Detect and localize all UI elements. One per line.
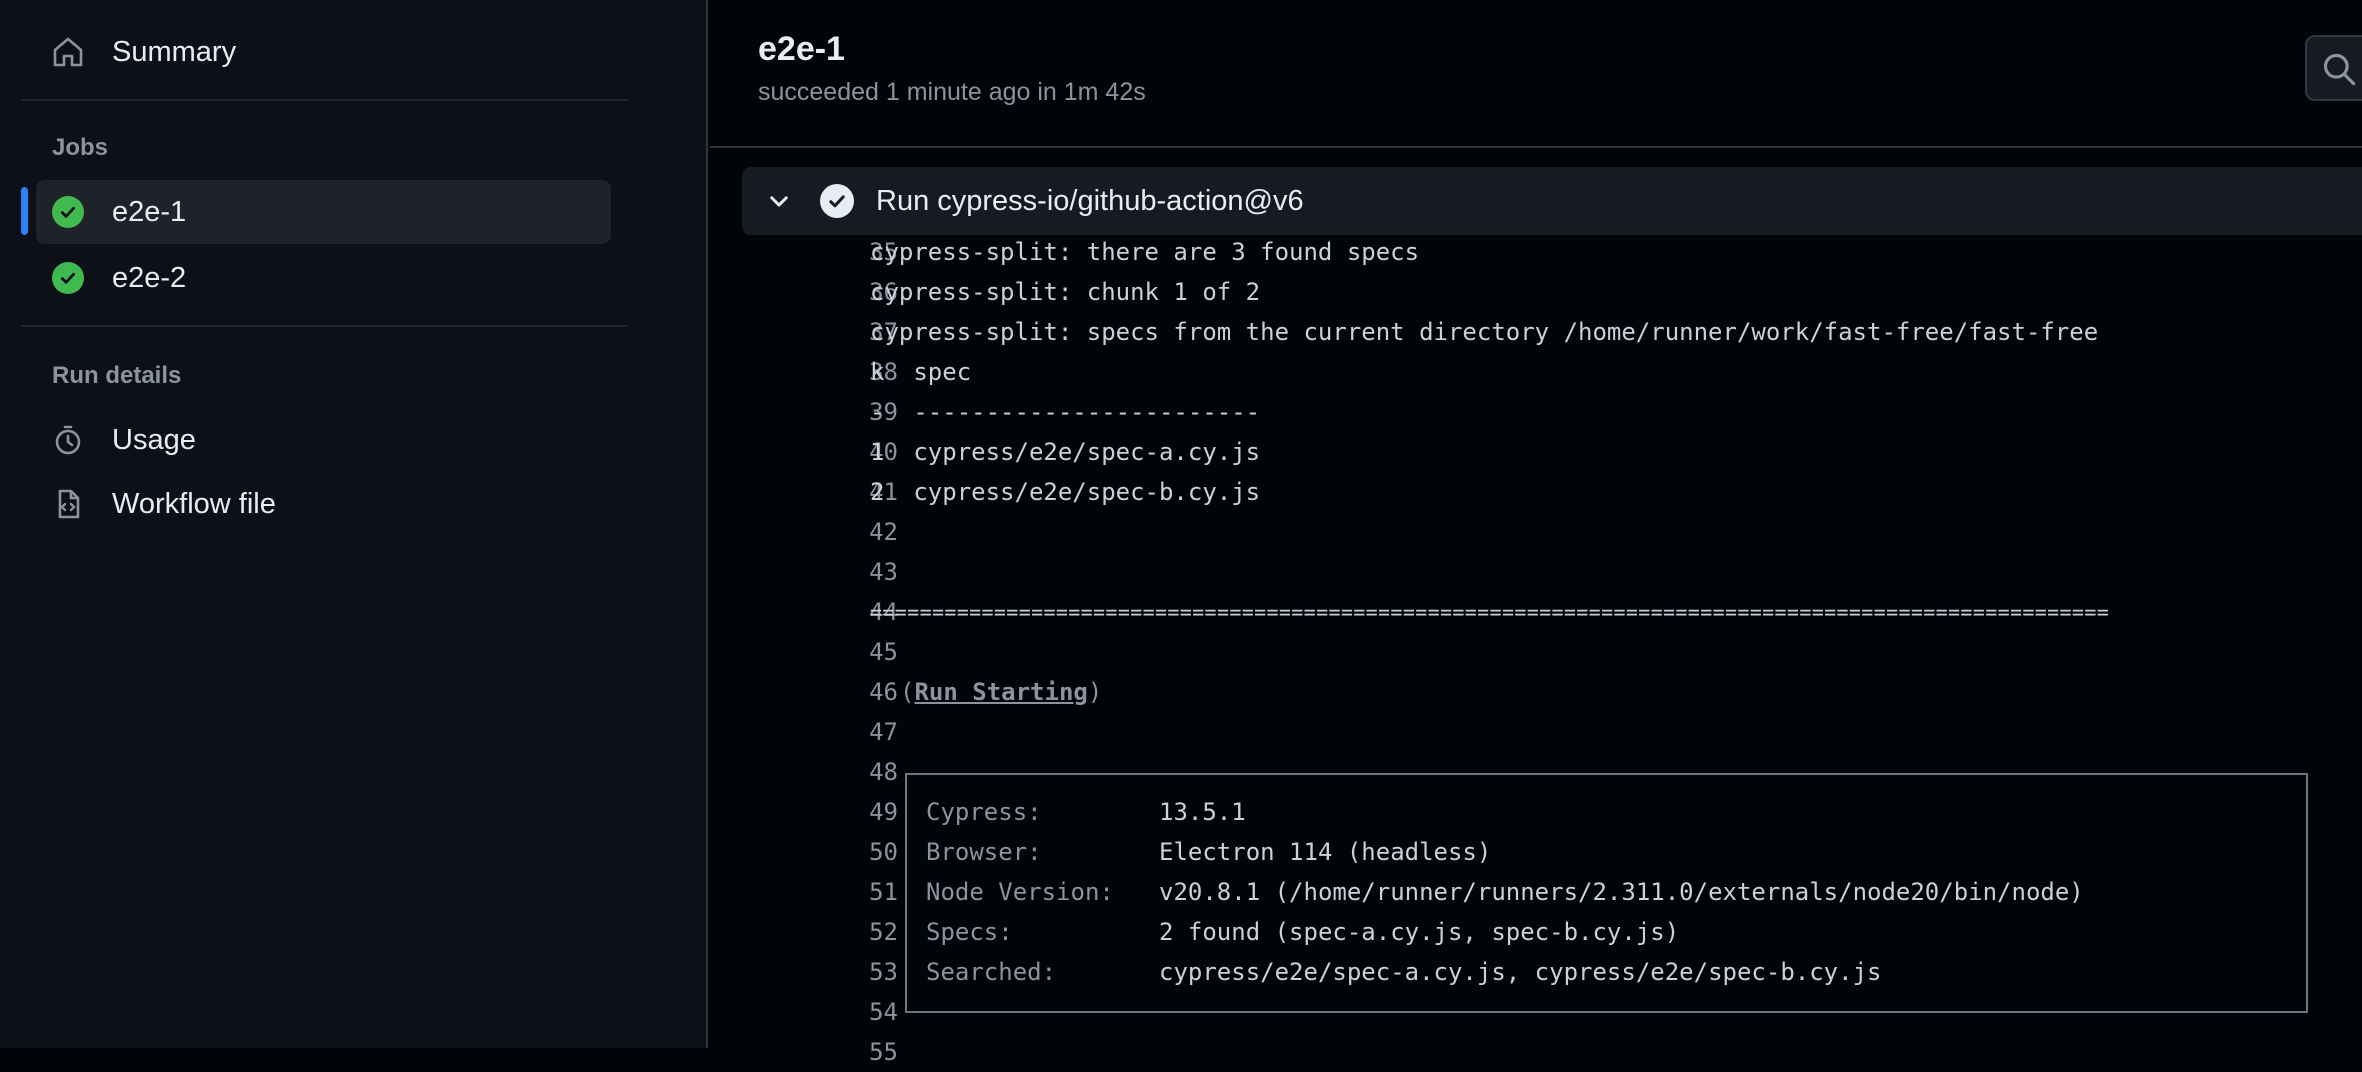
info-box-top	[905, 773, 2308, 775]
log-line[interactable]: 44 ======================================…	[710, 592, 2362, 632]
log-line[interactable]: 55	[710, 1032, 2362, 1072]
log-line[interactable]: 52 Specs: 2 found (spec-a.cy.js, spec-b.cy…	[710, 912, 2362, 952]
log-line[interactable]: 36 cypress-split: chunk 1 of 2	[710, 272, 2362, 312]
job-status-text: succeeded 1 minute ago in 1m 42s	[758, 78, 1146, 106]
line-number: 51	[869, 878, 898, 906]
line-text: ========================================…	[870, 600, 2110, 624]
line-number: 47	[869, 718, 898, 746]
info-key: Cypress:	[926, 798, 1042, 826]
line-number: 46	[869, 678, 898, 706]
line-number: 50	[869, 838, 898, 866]
line-text: cypress-split: there are 3 found specs	[870, 238, 1420, 266]
paren-open: (	[900, 678, 915, 706]
log-line[interactable]: 49 Cypress: 13.5.1	[710, 792, 2362, 832]
run-starting-label: Run Starting	[914, 678, 1088, 706]
page-title: e2e-1	[758, 30, 845, 68]
sidebar-job-e2e-1[interactable]: e2e-1	[36, 180, 611, 244]
sidebar-item-workflow-file[interactable]: Workflow file	[36, 472, 611, 536]
sidebar-item-label: Usage	[112, 423, 196, 456]
line-number: 55	[869, 1038, 898, 1066]
log-line[interactable]: 47	[710, 712, 2362, 752]
log-line[interactable]: 50 Browser: Electron 114 (headless)	[710, 832, 2362, 872]
log-line[interactable]: 38 k spec	[710, 352, 2362, 392]
search-logs-button[interactable]	[2305, 35, 2362, 101]
log-line[interactable]: 48	[710, 752, 2362, 792]
log-line[interactable]: 46 (Run Starting)	[710, 672, 2362, 712]
info-box-left	[905, 773, 907, 1013]
divider	[710, 146, 2362, 148]
sidebar-item-summary[interactable]: Summary	[36, 20, 611, 84]
divider	[21, 99, 628, 101]
log-line[interactable]: 51 Node Version: v20.8.1 (/home/runner/run…	[710, 872, 2362, 912]
file-code-icon	[50, 486, 86, 522]
info-value: cypress/e2e/spec-a.cy.js, cypress/e2e/sp…	[1159, 958, 1882, 986]
divider	[21, 325, 628, 327]
line-number: 48	[869, 758, 898, 786]
info-key: Browser:	[926, 838, 1042, 866]
line-text: k spec	[870, 358, 972, 386]
job-label: e2e-1	[112, 195, 187, 228]
line-text: - ------------------------	[870, 398, 1261, 426]
stopwatch-icon	[50, 422, 86, 458]
line-text: cypress-split: specs from the current di…	[870, 318, 2099, 346]
job-log-panel: e2e-1 succeeded 1 minute ago in 1m 42s R…	[710, 0, 2362, 1066]
search-icon	[2321, 51, 2357, 92]
line-number: 42	[869, 518, 898, 546]
info-value: 2 found (spec-a.cy.js, spec-b.cy.js)	[1159, 918, 1680, 946]
sidebar-item-label: Workflow file	[112, 487, 276, 520]
jobs-heading: Jobs	[52, 134, 109, 161]
line-number: 43	[869, 558, 898, 586]
info-value: 13.5.1	[1159, 798, 1246, 826]
line-text: 2 cypress/e2e/spec-b.cy.js	[870, 478, 1261, 506]
line-number: 45	[869, 638, 898, 666]
log-line[interactable]: 40 1 cypress/e2e/spec-a.cy.js	[710, 432, 2362, 472]
info-key: Searched:	[926, 958, 1057, 986]
check-circle-icon	[820, 184, 854, 218]
line-number: 49	[869, 798, 898, 826]
info-key: Specs:	[926, 918, 1013, 946]
paren-close: )	[1087, 678, 1103, 706]
line-number: 52	[869, 918, 898, 946]
run-details-heading: Run details	[52, 362, 182, 389]
step-header[interactable]: Run cypress-io/github-action@v6	[742, 167, 2362, 235]
info-value: v20.8.1 (/home/runner/runners/2.311.0/ex…	[1159, 878, 2084, 906]
sidebar: Summary Jobs e2e-1 e2e-2 Run details Usa…	[0, 0, 708, 1048]
chevron-down-icon[interactable]	[762, 184, 796, 218]
step-name: Run cypress-io/github-action@v6	[876, 184, 1304, 217]
check-circle-icon	[50, 260, 86, 296]
info-value: Electron 114 (headless)	[1159, 838, 1492, 866]
log-line[interactable]: 53 Searched: cypress/e2e/spec-a.cy.js, cyp…	[710, 952, 2362, 992]
log-line[interactable]: 35 cypress-split: there are 3 found specs	[710, 232, 2362, 272]
sidebar-item-usage[interactable]: Usage	[36, 408, 611, 472]
line-number: 54	[869, 998, 898, 1026]
line-text: cypress-split: chunk 1 of 2	[870, 278, 1261, 306]
info-box-right	[2306, 773, 2308, 1013]
log-line[interactable]: 37 cypress-split: specs from the current …	[710, 312, 2362, 352]
info-key: Node Version:	[926, 878, 1114, 906]
info-box-bottom	[905, 1011, 2308, 1013]
log-line[interactable]: 39- ------------------------	[710, 392, 2362, 432]
home-icon	[50, 34, 86, 70]
check-circle-icon	[50, 194, 86, 230]
line-number: 53	[869, 958, 898, 986]
log-line[interactable]: 45	[710, 632, 2362, 672]
job-label: e2e-2	[112, 261, 187, 294]
line-text: 1 cypress/e2e/spec-a.cy.js	[870, 438, 1261, 466]
log-line[interactable]: 43	[710, 552, 2362, 592]
run-starting-heading: (Run Starting)	[900, 672, 1102, 712]
log-line[interactable]: 41 2 cypress/e2e/spec-b.cy.js	[710, 472, 2362, 512]
log-line[interactable]: 42	[710, 512, 2362, 552]
sidebar-item-label: Summary	[112, 35, 237, 68]
active-indicator	[21, 187, 28, 235]
sidebar-job-e2e-2[interactable]: e2e-2	[36, 246, 611, 310]
